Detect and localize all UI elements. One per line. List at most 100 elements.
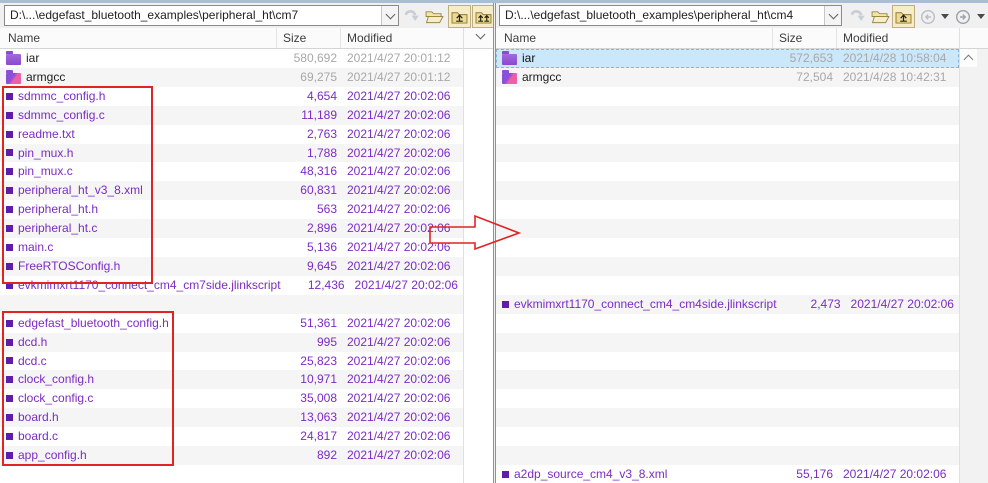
left-column-name[interactable]: Name xyxy=(6,31,273,45)
blank-row xyxy=(496,427,959,446)
right-browse-folder-button[interactable] xyxy=(869,5,892,28)
file-row[interactable]: edgefast_bluetooth_config.h51,3612021/4/… xyxy=(0,314,463,333)
left-browse-folder-button[interactable] xyxy=(423,5,446,28)
blank-row xyxy=(496,219,959,238)
file-row[interactable]: peripheral_ht_v3_8.xml60,8312021/4/27 20… xyxy=(0,181,463,200)
right-column-size[interactable]: Size xyxy=(777,31,833,45)
right-column-name[interactable]: Name xyxy=(502,31,769,45)
row-name-label: sdmmc_config.c xyxy=(18,106,105,125)
left-folder-up-button[interactable] xyxy=(448,5,471,28)
row-name: evkmimxrt1170_connect_cm4_cm4side.jlinks… xyxy=(502,295,777,314)
folder-icon xyxy=(6,54,21,65)
right-path-combobox[interactable]: D:\...\edgefast_bluetooth_examples\perip… xyxy=(499,5,842,26)
row-modified: 2021/4/27 20:02:06 xyxy=(345,181,457,200)
row-name: pin_mux.c xyxy=(6,162,273,181)
right-pane: D:\...\edgefast_bluetooth_examples\perip… xyxy=(495,3,988,483)
row-name: clock_config.c xyxy=(6,389,273,408)
file-square-icon xyxy=(6,414,13,421)
file-row[interactable]: board.c24,8172021/4/27 20:02:06 xyxy=(0,427,463,446)
row-name-label: peripheral_ht_v3_8.xml xyxy=(18,181,143,200)
folder-up-icon xyxy=(895,9,912,24)
scroll-up-button[interactable] xyxy=(960,49,977,67)
file-row[interactable]: sdmmc_config.h4,6542021/4/27 20:02:06 xyxy=(0,87,463,106)
file-row[interactable]: board.h13,0632021/4/27 20:02:06 xyxy=(0,408,463,427)
row-name: sdmmc_config.h xyxy=(6,87,273,106)
blank-row xyxy=(496,333,959,352)
row-name-label: a2dp_source_cm4_v3_8.xml xyxy=(514,465,667,483)
row-modified: 2021/4/27 20:02:06 xyxy=(353,276,463,295)
nav-back-menu-button[interactable] xyxy=(937,5,953,28)
row-size: 11,189 xyxy=(281,106,337,125)
row-name: peripheral_ht_v3_8.xml xyxy=(6,181,273,200)
row-modified: 2021/4/28 10:42:31 xyxy=(841,68,953,87)
nav-forward-menu-button[interactable] xyxy=(973,5,988,28)
file-row[interactable]: peripheral_ht.c2,8962021/4/27 20:02:06 xyxy=(0,219,463,238)
blank-row xyxy=(0,295,463,314)
left-file-list: iar580,6922021/4/27 20:01:12armgcc69,275… xyxy=(0,49,463,483)
nav-back-icon xyxy=(920,9,936,25)
file-square-icon xyxy=(6,339,13,346)
row-name-label: armgcc xyxy=(26,68,65,87)
right-folder-up-button[interactable] xyxy=(892,5,915,28)
file-row[interactable]: FreeRTOSConfig.h9,6452021/4/27 20:02:06 xyxy=(0,257,463,276)
folder-up-twice-icon xyxy=(475,9,492,24)
left-column-size[interactable]: Size xyxy=(281,31,337,45)
file-row[interactable]: dcd.h9952021/4/27 20:02:06 xyxy=(0,333,463,352)
left-toolbar: D:\...\edgefast_bluetooth_examples\perip… xyxy=(0,3,493,28)
file-row[interactable]: a2dp_source_cm4_v3_8.xml55,1762021/4/27 … xyxy=(496,465,959,483)
folder-row[interactable]: iar572,6532021/4/28 10:58:04 xyxy=(496,49,959,68)
file-row[interactable]: pin_mux.h1,7882021/4/27 20:02:06 xyxy=(0,144,463,163)
row-size: 9,645 xyxy=(281,257,337,276)
row-name-label: armgcc xyxy=(522,68,561,87)
row-name-label: pin_mux.h xyxy=(18,144,73,163)
left-folder-up-root-button[interactable] xyxy=(472,5,494,28)
row-size: 995 xyxy=(281,333,337,352)
file-row[interactable]: dcd.c25,8232021/4/27 20:02:06 xyxy=(0,352,463,371)
file-row[interactable]: readme.txt2,7632021/4/27 20:02:06 xyxy=(0,125,463,144)
right-path-text: D:\...\edgefast_bluetooth_examples\perip… xyxy=(500,6,824,25)
file-row[interactable]: clock_config.h10,9712021/4/27 20:02:06 xyxy=(0,370,463,389)
left-header-options-chevron-icon[interactable] xyxy=(476,30,486,40)
left-combo-dropdown-button[interactable] xyxy=(381,6,398,25)
row-modified: 2021/4/27 20:02:06 xyxy=(345,87,457,106)
folder-row[interactable]: armgcc72,5042021/4/28 10:42:31 xyxy=(496,68,959,87)
row-name-label: peripheral_ht.c xyxy=(18,219,97,238)
file-row[interactable]: sdmmc_config.c11,1892021/4/27 20:02:06 xyxy=(0,106,463,125)
row-modified: 2021/4/27 20:02:06 xyxy=(345,446,457,465)
row-name-label: evkmimxrt1170_connect_cm4_cm7side.jlinks… xyxy=(18,276,281,295)
row-name-label: evkmimxrt1170_connect_cm4_cm4side.jlinks… xyxy=(514,295,777,314)
row-name: iar xyxy=(502,49,769,68)
row-size: 580,692 xyxy=(281,49,337,68)
file-row[interactable]: clock_config.c35,0082021/4/27 20:02:06 xyxy=(0,389,463,408)
row-size: 12,436 xyxy=(289,276,345,295)
right-file-list: iar572,6532021/4/28 10:58:04armgcc72,504… xyxy=(496,49,959,483)
folder-icon xyxy=(6,73,21,84)
folder-row[interactable]: armgcc69,2752021/4/27 20:01:12 xyxy=(0,68,463,87)
file-row[interactable]: peripheral_ht.h5632021/4/27 20:02:06 xyxy=(0,200,463,219)
nav-back-button[interactable] xyxy=(918,5,938,28)
right-combo-dropdown-button[interactable] xyxy=(824,6,841,25)
row-name-label: app_config.h xyxy=(18,446,87,465)
row-size: 5,136 xyxy=(281,238,337,257)
left-column-modified[interactable]: Modified xyxy=(345,31,457,45)
row-name: iar xyxy=(6,49,273,68)
row-size: 35,008 xyxy=(281,389,337,408)
left-path-combobox[interactable]: D:\...\edgefast_bluetooth_examples\perip… xyxy=(4,5,399,26)
left-scrollbar[interactable] xyxy=(464,49,493,483)
left-sync-arrow-button[interactable] xyxy=(400,5,423,28)
row-name-label: dcd.h xyxy=(18,333,47,352)
row-name: peripheral_ht.c xyxy=(6,219,273,238)
file-row[interactable]: evkmimxrt1170_connect_cm4_cm7side.jlinks… xyxy=(0,276,463,295)
file-row[interactable]: app_config.h8922021/4/27 20:02:06 xyxy=(0,446,463,465)
file-row[interactable]: evkmimxrt1170_connect_cm4_cm4side.jlinks… xyxy=(496,295,959,314)
nav-forward-button[interactable] xyxy=(953,5,973,28)
folder-row[interactable]: iar580,6922021/4/27 20:01:12 xyxy=(0,49,463,68)
file-row[interactable]: main.c5,1362021/4/27 20:02:06 xyxy=(0,238,463,257)
right-scrollbar[interactable] xyxy=(960,49,988,483)
right-sync-arrow-button[interactable] xyxy=(846,5,869,28)
row-name: dcd.c xyxy=(6,352,273,371)
file-row[interactable]: pin_mux.c48,3162021/4/27 20:02:06 xyxy=(0,162,463,181)
right-column-modified[interactable]: Modified xyxy=(841,31,953,45)
file-square-icon xyxy=(6,376,13,383)
row-name: readme.txt xyxy=(6,125,273,144)
